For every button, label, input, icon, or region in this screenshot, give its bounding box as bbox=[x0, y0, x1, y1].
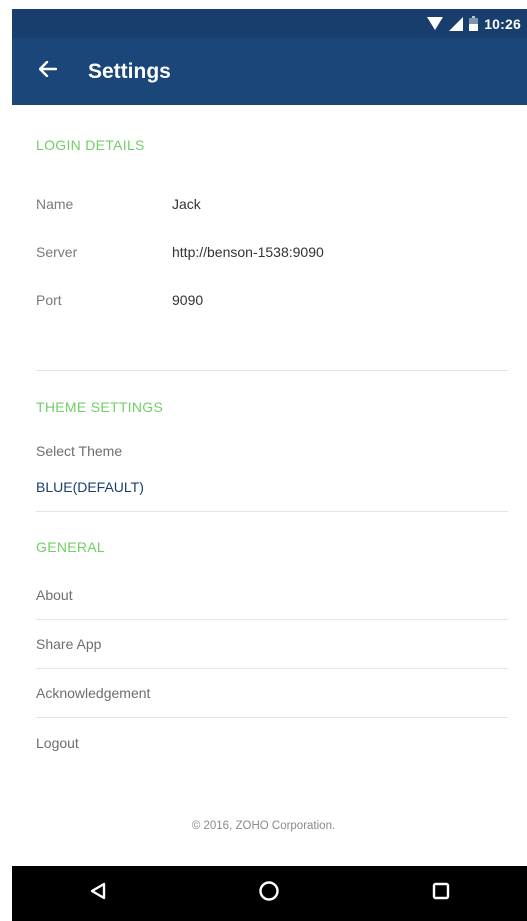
section-header-theme-settings: THEME SETTINGS bbox=[36, 399, 164, 415]
settings-content: LOGIN DETAILS Name Jack Server http://be… bbox=[36, 105, 508, 767]
section-header-general: GENERAL bbox=[36, 539, 106, 555]
back-triangle-icon bbox=[88, 881, 108, 906]
arrow-left-icon bbox=[38, 60, 58, 82]
login-key: Port bbox=[36, 292, 62, 308]
status-time: 10:26 bbox=[484, 15, 521, 32]
select-theme-value: BLUE(DEFAULT) bbox=[36, 479, 144, 495]
back-button[interactable] bbox=[26, 50, 70, 94]
nav-back-button[interactable] bbox=[68, 872, 128, 916]
navigation-bar bbox=[12, 866, 527, 921]
home-circle-icon bbox=[258, 880, 280, 907]
login-key: Server bbox=[36, 244, 78, 260]
menu-item-acknowledgement[interactable]: Acknowledgement bbox=[36, 669, 508, 718]
nav-home-button[interactable] bbox=[239, 872, 299, 916]
menu-item-label: Acknowledgement bbox=[36, 685, 151, 701]
login-row-port: Port 9090 bbox=[36, 276, 508, 324]
menu-item-label: Share App bbox=[36, 636, 102, 652]
recents-square-icon bbox=[431, 881, 451, 906]
wifi-icon bbox=[427, 17, 444, 30]
app-bar: Settings bbox=[12, 38, 527, 105]
login-value: Jack bbox=[172, 196, 201, 212]
menu-item-label: About bbox=[36, 587, 73, 603]
section-header-login-details: LOGIN DETAILS bbox=[36, 137, 145, 153]
login-row-server: Server http://benson-1538:9090 bbox=[36, 228, 508, 276]
login-row-name: Name Jack bbox=[36, 180, 508, 228]
menu-item-share-app[interactable]: Share App bbox=[36, 620, 508, 669]
signal-icon bbox=[449, 16, 464, 31]
login-key: Name bbox=[36, 196, 74, 212]
page-title: Settings bbox=[88, 59, 171, 83]
menu-item-label: Logout bbox=[36, 734, 79, 751]
login-value: http://benson-1538:9090 bbox=[172, 244, 324, 260]
settings-screen: 10:26 Settings LOGIN DETAILS Name Jack S… bbox=[0, 0, 527, 921]
select-theme-label: Select Theme bbox=[36, 443, 123, 459]
menu-item-logout[interactable]: Logout bbox=[36, 718, 508, 767]
nav-recents-button[interactable] bbox=[411, 872, 471, 916]
status-bar: 10:26 bbox=[12, 9, 527, 38]
menu-item-about[interactable]: About bbox=[36, 571, 508, 620]
select-theme-preference[interactable]: Select Theme BLUE(DEFAULT) bbox=[36, 417, 508, 511]
battery-icon bbox=[469, 16, 479, 31]
copyright-text: © 2016, ZOHO Corporation. bbox=[191, 820, 336, 832]
login-value: 9090 bbox=[172, 292, 204, 308]
